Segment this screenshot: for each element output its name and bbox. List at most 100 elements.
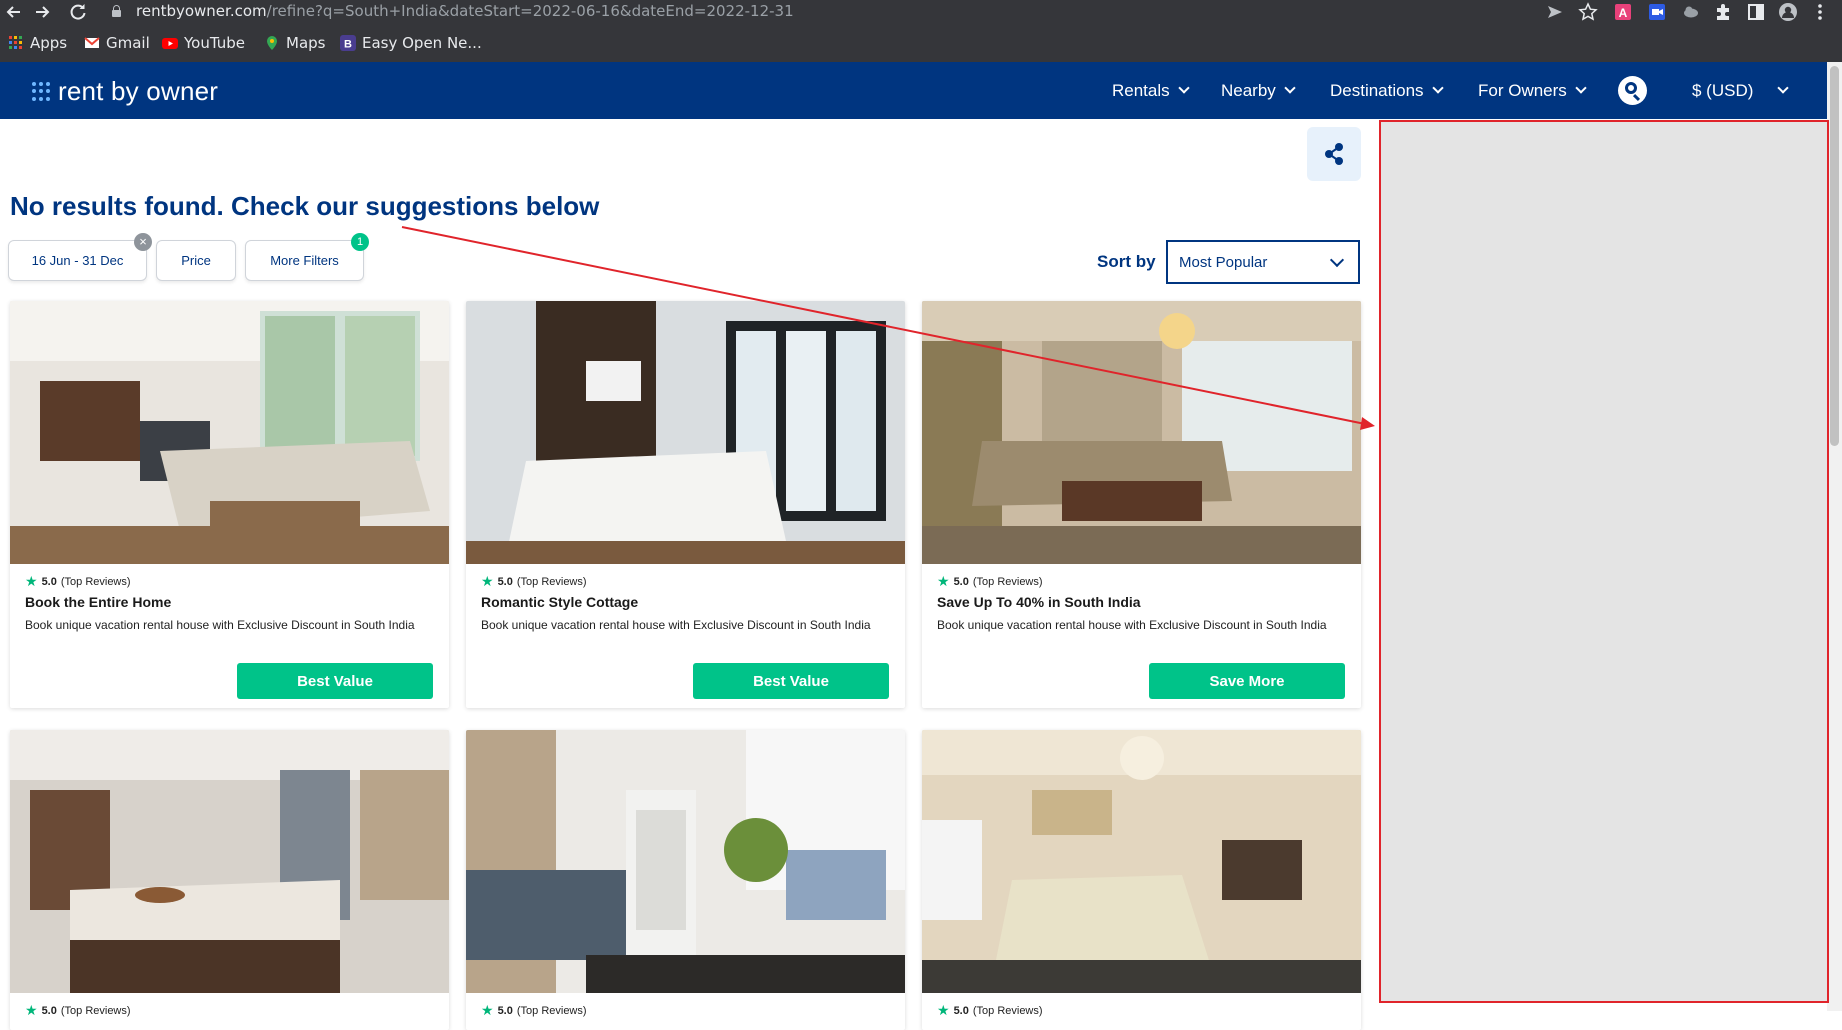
extension-a-icon[interactable]: A <box>1613 2 1633 22</box>
listing-card[interactable]: ★ 5.0 (Top Reviews) Romantic Style Cotta… <box>466 301 905 708</box>
back-arrow-icon[interactable] <box>4 2 24 22</box>
svg-text:B: B <box>344 39 352 51</box>
listing-photo-living-room[interactable] <box>10 301 449 564</box>
bookmark-maps[interactable]: Maps <box>264 32 325 54</box>
extensions-puzzle-icon[interactable] <box>1713 2 1733 22</box>
site-logo[interactable]: rent by owner <box>32 76 218 107</box>
svg-text:A: A <box>1619 6 1628 20</box>
rating-value: 5.0 <box>953 575 969 588</box>
listing-photo-bedroom[interactable] <box>466 301 905 564</box>
nav-destinations[interactable]: Destinations <box>1330 62 1444 119</box>
more-filters-chip[interactable]: More Filters <box>245 240 364 281</box>
nav-for-owners[interactable]: For Owners <box>1478 62 1587 119</box>
search-icon[interactable] <box>1618 76 1647 105</box>
rating: ★ 5.0 (Top Reviews) <box>25 573 131 590</box>
best-value-button[interactable]: Best Value <box>693 663 889 699</box>
rating: ★ 5.0 (Top Reviews) <box>937 573 1043 590</box>
best-value-button[interactable]: Best Value <box>237 663 433 699</box>
listing-description: Book unique vacation rental house with E… <box>937 618 1327 632</box>
send-icon[interactable] <box>1545 2 1565 22</box>
filter-count-badge: 1 <box>351 233 369 251</box>
listing-title[interactable]: Romantic Style Cottage <box>481 594 638 610</box>
nav-label: For Owners <box>1478 80 1567 100</box>
listing-title[interactable]: Book the Entire Home <box>25 594 171 610</box>
sort-dropdown[interactable]: Most Popular <box>1166 240 1360 284</box>
sort-value: Most Popular <box>1179 253 1268 271</box>
chevron-down-icon <box>1177 82 1190 94</box>
currency-label: $ (USD) <box>1692 80 1754 100</box>
url-path: /refine?q=South+India&dateStart=2022-06-… <box>266 2 794 20</box>
rating-reviews: (Top Reviews) <box>972 575 1043 588</box>
youtube-icon <box>162 35 178 51</box>
listing-description: Book unique vacation rental house with E… <box>481 618 871 632</box>
gmail-icon <box>84 35 100 51</box>
bookmark-label: Easy Open Ne... <box>362 34 482 52</box>
bookmark-apps[interactable]: Apps <box>8 32 67 54</box>
extension-video-icon[interactable] <box>1647 2 1667 22</box>
date-filter-chip[interactable]: 16 Jun - 31 Dec <box>8 240 147 281</box>
listing-card[interactable]: ★ 5.0 (Top Reviews) <box>922 730 1361 1030</box>
share-icon <box>1325 143 1343 165</box>
bookmark-label: Gmail <box>106 34 150 52</box>
listing-photo-kitchen[interactable] <box>10 730 449 993</box>
forward-arrow-icon[interactable] <box>32 2 52 22</box>
site-header: rent by owner Rentals Nearby Destination… <box>0 62 1827 119</box>
logo-text: rent by owner <box>58 76 219 106</box>
price-filter-chip[interactable]: Price <box>156 240 236 281</box>
listing-photo-lounge[interactable] <box>922 301 1361 564</box>
rating-reviews: (Top Reviews) <box>516 575 587 588</box>
chip-label: Price <box>181 253 211 268</box>
empty-ad-region-highlight <box>1379 120 1829 1003</box>
save-more-button[interactable]: Save More <box>1149 663 1345 699</box>
rating: ★ 5.0 (Top Reviews) <box>481 573 587 590</box>
chevron-down-icon <box>1777 82 1790 94</box>
bookmark-b-icon: B <box>340 35 356 51</box>
side-panel-icon[interactable] <box>1746 2 1766 22</box>
rating-value: 5.0 <box>41 575 57 588</box>
chip-label: More Filters <box>270 253 339 268</box>
bookmark-star-icon[interactable] <box>1578 2 1598 22</box>
maps-pin-icon <box>264 35 280 51</box>
reload-icon[interactable] <box>68 2 88 22</box>
chip-label: 16 Jun - 31 Dec <box>31 253 124 268</box>
scrollbar-thumb[interactable] <box>1830 66 1839 446</box>
bookmark-label: YouTube <box>184 34 245 52</box>
bookmark-easy-open[interactable]: B Easy Open Ne... <box>340 32 482 54</box>
currency-selector[interactable]: $ (USD) <box>1692 62 1790 119</box>
bookmark-gmail[interactable]: Gmail <box>84 32 150 54</box>
nav-label: Destinations <box>1330 80 1424 100</box>
extension-cloud-icon[interactable] <box>1681 2 1701 22</box>
nav-label: Rentals <box>1112 80 1170 100</box>
listing-description: Book unique vacation rental house with E… <box>25 618 415 632</box>
browser-toolbar: rentbyowner.com/refine?q=South+India&dat… <box>0 0 1842 62</box>
bookmarks-bar: Apps Gmail YouTube Maps B Easy Open Ne..… <box>0 32 1842 54</box>
listing-photo-sitting-room[interactable] <box>466 730 905 993</box>
nav-nearby[interactable]: Nearby <box>1221 62 1296 119</box>
listing-card[interactable]: ★ 5.0 (Top Reviews) Book the Entire Home… <box>10 301 449 708</box>
share-button[interactable] <box>1307 127 1361 181</box>
bookmark-label: Maps <box>286 34 326 52</box>
bookmark-youtube[interactable]: YouTube <box>162 32 245 54</box>
rating-value: 5.0 <box>497 575 513 588</box>
address-bar[interactable]: rentbyowner.com/refine?q=South+India&dat… <box>136 2 794 20</box>
clear-dates-close-icon[interactable]: × <box>134 233 152 251</box>
listing-title[interactable]: Save Up To 40% in South India <box>937 594 1141 610</box>
listing-card[interactable]: ★ 5.0 (Top Reviews) <box>10 730 449 1030</box>
chevron-down-icon <box>1284 82 1296 94</box>
lock-icon[interactable] <box>112 5 121 17</box>
star-icon: ★ <box>25 573 38 589</box>
listing-card[interactable]: ★ 5.0 (Top Reviews) Save Up To 40% in So… <box>922 301 1361 708</box>
profile-avatar-icon[interactable] <box>1778 2 1798 22</box>
apps-grid-icon <box>8 35 24 51</box>
sort-label: Sort by <box>1097 252 1156 271</box>
chevron-down-icon <box>1575 82 1587 94</box>
url-host: rentbyowner.com <box>136 2 267 20</box>
nav-rentals[interactable]: Rentals <box>1112 62 1190 119</box>
listing-card[interactable]: ★ 5.0 (Top Reviews) <box>466 730 905 1030</box>
chevron-down-icon <box>1329 252 1345 268</box>
listing-photo-master-bedroom[interactable] <box>922 730 1361 993</box>
chevron-down-icon <box>1431 82 1444 94</box>
bookmark-label: Apps <box>30 34 68 52</box>
browser-menu-icon[interactable] <box>1810 2 1830 22</box>
star-icon: ★ <box>937 573 950 589</box>
